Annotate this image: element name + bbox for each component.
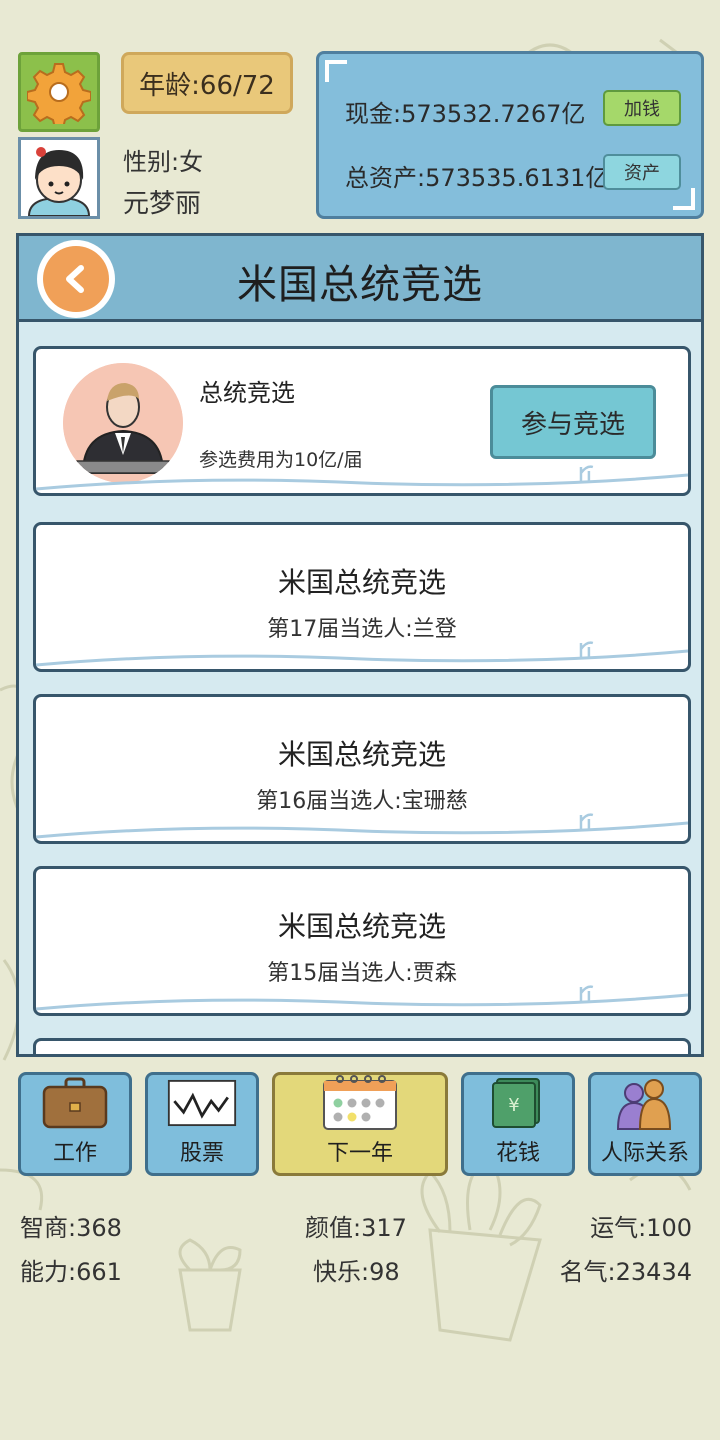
spend-money-button[interactable]: ¥ 花钱 <box>461 1072 575 1176</box>
work-button[interactable]: 工作 <box>18 1072 132 1176</box>
gender-label: 性别:女 <box>123 148 204 176</box>
corner-decoration <box>673 188 695 210</box>
wave-decoration <box>36 641 688 667</box>
history-title: 米国总统竞选 <box>277 910 446 943</box>
total-assets-label: 总资产:573535.6131亿 <box>345 164 610 192</box>
history-title: 米国总统竞选 <box>277 738 446 771</box>
wave-decoration <box>36 985 688 1011</box>
election-panel: 米国总统竞选 总统竞选 参选费用为10亿/届 参与竞选 米国总统竞选 第17届当… <box>16 233 704 1057</box>
stocks-label: 股票 <box>179 1141 224 1166</box>
history-title: 米国总统竞选 <box>277 566 446 599</box>
campaign-card: 总统竞选 参选费用为10亿/届 参与竞选 <box>33 346 691 496</box>
join-election-button[interactable]: 参与竞选 <box>490 385 656 459</box>
history-card: 米国总统竞选 第17届当选人:兰登 <box>33 522 691 672</box>
work-label: 工作 <box>52 1141 97 1166</box>
stat-luck: 运气:100 <box>590 1214 692 1242</box>
relationships-label: 人际关系 <box>600 1141 689 1166</box>
age-label: 年龄:66/72 <box>139 70 275 101</box>
corner-decoration <box>325 60 347 82</box>
stock-chart-icon <box>167 1079 237 1127</box>
cash-label: 现金:573532.7267亿 <box>345 100 586 128</box>
history-card: 米国总统竞选 第16届当选人:宝珊慈 <box>33 694 691 844</box>
people-icon <box>616 1079 672 1130</box>
relationships-button[interactable]: 人际关系 <box>588 1072 702 1176</box>
panel-header: 米国总统竞选 <box>19 236 701 322</box>
gear-icon <box>27 63 91 124</box>
money-panel: 现金:573532.7267亿 加钱 总资产:573535.6131亿 资产 <box>316 51 704 219</box>
history-card: 米国总统竞选 第15届当选人:贾森 <box>33 866 691 1016</box>
svg-text:¥: ¥ <box>508 1095 519 1116</box>
assets-button[interactable]: 资产 <box>603 154 681 190</box>
next-year-label: 下一年 <box>326 1141 393 1166</box>
money-stack-icon: ¥ <box>492 1078 540 1128</box>
stat-fame: 名气:23434 <box>559 1258 692 1286</box>
age-display: 年龄:66/72 <box>121 52 293 114</box>
wave-decoration <box>36 813 688 839</box>
stocks-button[interactable]: 股票 <box>145 1072 259 1176</box>
stat-ability: 能力:661 <box>20 1258 122 1286</box>
stat-looks: 颜值:317 <box>305 1214 407 1242</box>
stat-happiness: 快乐:98 <box>313 1258 400 1286</box>
history-card-partial <box>33 1038 691 1054</box>
wave-decoration <box>36 465 688 491</box>
player-name: 元梦丽 <box>123 189 202 219</box>
stat-iq: 智商:368 <box>20 1214 122 1242</box>
calendar-icon <box>323 1075 397 1130</box>
avatar[interactable] <box>18 137 100 219</box>
briefcase-icon <box>42 1077 108 1129</box>
player-avatar-image <box>21 140 97 216</box>
next-year-button[interactable]: 下一年 <box>272 1072 448 1176</box>
settings-button[interactable] <box>18 52 100 132</box>
spend-money-label: 花钱 <box>495 1141 540 1166</box>
campaign-title: 总统竞选 <box>199 379 295 407</box>
add-money-button[interactable]: 加钱 <box>603 90 681 126</box>
page-title: 米国总统竞选 <box>237 262 483 308</box>
